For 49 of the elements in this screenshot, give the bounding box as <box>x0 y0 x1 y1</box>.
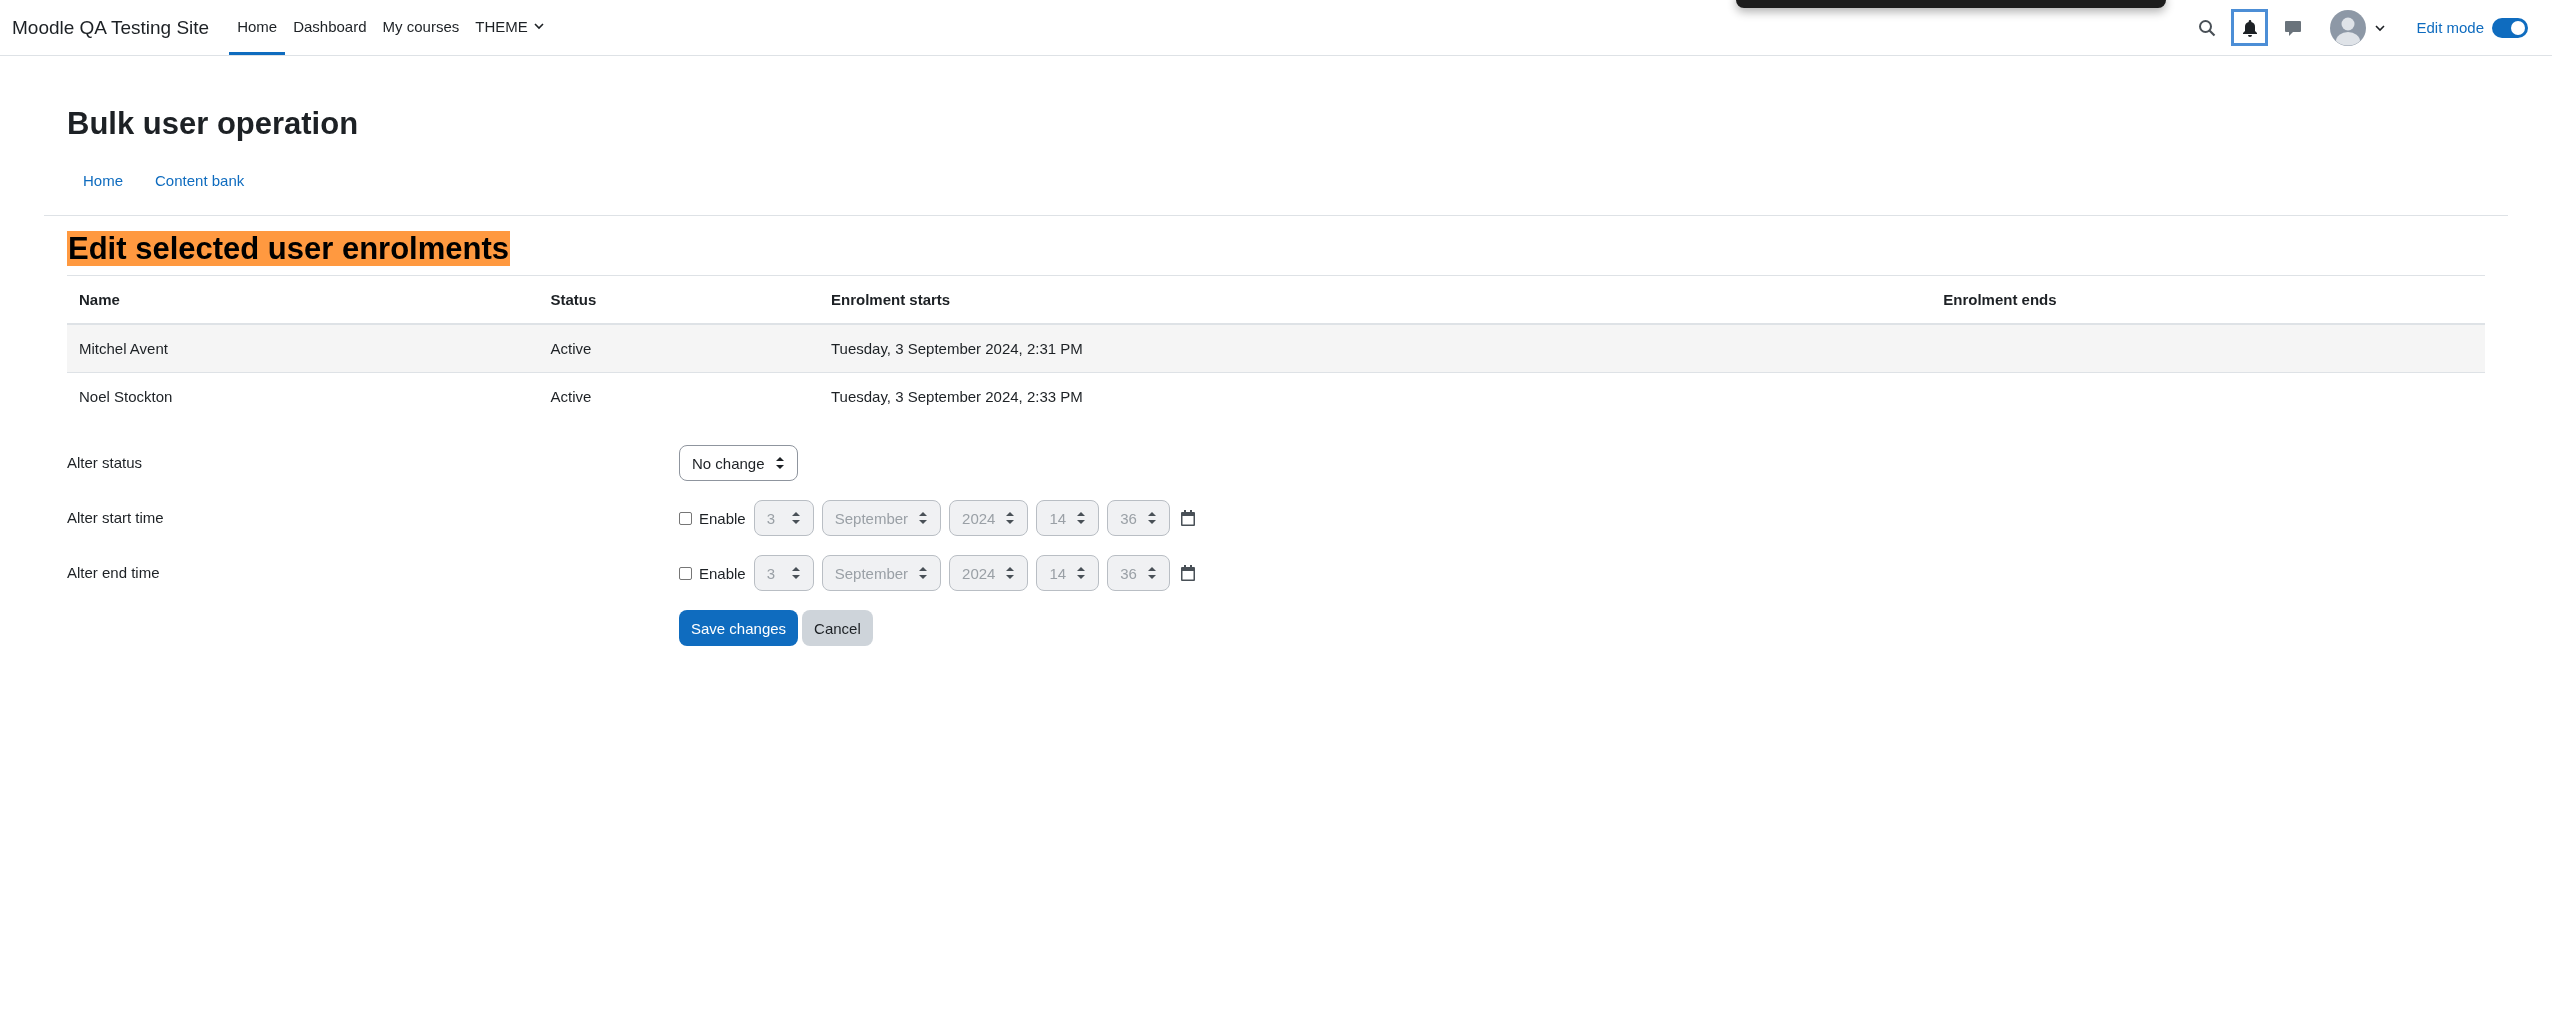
sort-arrows-icon <box>1076 511 1087 526</box>
table-cell: Tuesday, 3 September 2024, 2:31 PM <box>831 340 1083 358</box>
sort-arrows-icon <box>790 566 801 581</box>
sort-arrows-icon <box>1146 511 1157 526</box>
checkbox-label: Enable <box>699 509 746 527</box>
column-header: Status <box>550 291 597 309</box>
sort-arrows-icon <box>775 456 785 471</box>
table-cell: Noel Stockton <box>79 388 173 406</box>
notification-button[interactable] <box>2231 9 2269 46</box>
column-header: Name <box>79 291 120 309</box>
sort-arrows-icon <box>918 566 929 581</box>
site-name[interactable]: Moodle QA Testing Site <box>12 16 210 39</box>
nav-tab[interactable]: My courses <box>374 0 468 55</box>
table-cell: Active <box>550 388 592 406</box>
bell-icon <box>2241 18 2258 37</box>
field-label: Alter end time <box>67 563 161 582</box>
search-icon <box>2197 18 2216 37</box>
table-cell: Active <box>550 340 592 358</box>
sort-arrows-icon <box>1005 566 1016 581</box>
sort-arrows-icon <box>1005 511 1016 526</box>
field-label: Alter status <box>67 453 144 472</box>
table-cell: Tuesday, 3 September 2024, 2:33 PM <box>831 388 1083 406</box>
sort-arrows-icon <box>1146 566 1157 581</box>
nav-tab[interactable]: Home <box>229 0 286 55</box>
nav-tab[interactable]: Dashboard <box>285 0 375 55</box>
dropdown-select[interactable]: No change <box>679 445 798 482</box>
secondary-nav-link[interactable]: Home <box>67 172 139 190</box>
user-avatar[interactable] <box>2330 9 2367 46</box>
save-button[interactable]: Save changes <box>679 610 799 647</box>
checkbox-label: Enable <box>699 564 746 582</box>
chat-bubble-icon <box>2283 18 2302 37</box>
column-header: Enrolment starts <box>831 291 951 309</box>
cancel-button[interactable]: Cancel <box>802 610 873 647</box>
calendar-icon[interactable] <box>1180 510 1195 527</box>
table-cell: Mitchel Avent <box>79 340 168 358</box>
calendar-icon[interactable] <box>1180 565 1195 582</box>
enable-checkbox[interactable] <box>679 566 692 580</box>
sort-arrows-icon <box>1076 566 1087 581</box>
edit-mode-label: Edit mode <box>2416 19 2484 36</box>
section-heading: Edit selected user enrolments <box>67 231 511 267</box>
nav-tab[interactable]: THEME <box>467 0 553 55</box>
page-title: Bulk user operation <box>66 105 360 143</box>
secondary-nav-link[interactable]: Content bank <box>139 172 261 190</box>
sort-arrows-icon <box>790 511 801 526</box>
enable-checkbox[interactable] <box>679 511 692 525</box>
sort-arrows-icon <box>918 511 929 526</box>
field-label: Alter start time <box>67 508 165 527</box>
edit-mode-toggle[interactable] <box>2492 17 2528 38</box>
column-header: Enrolment ends <box>1943 291 2057 309</box>
